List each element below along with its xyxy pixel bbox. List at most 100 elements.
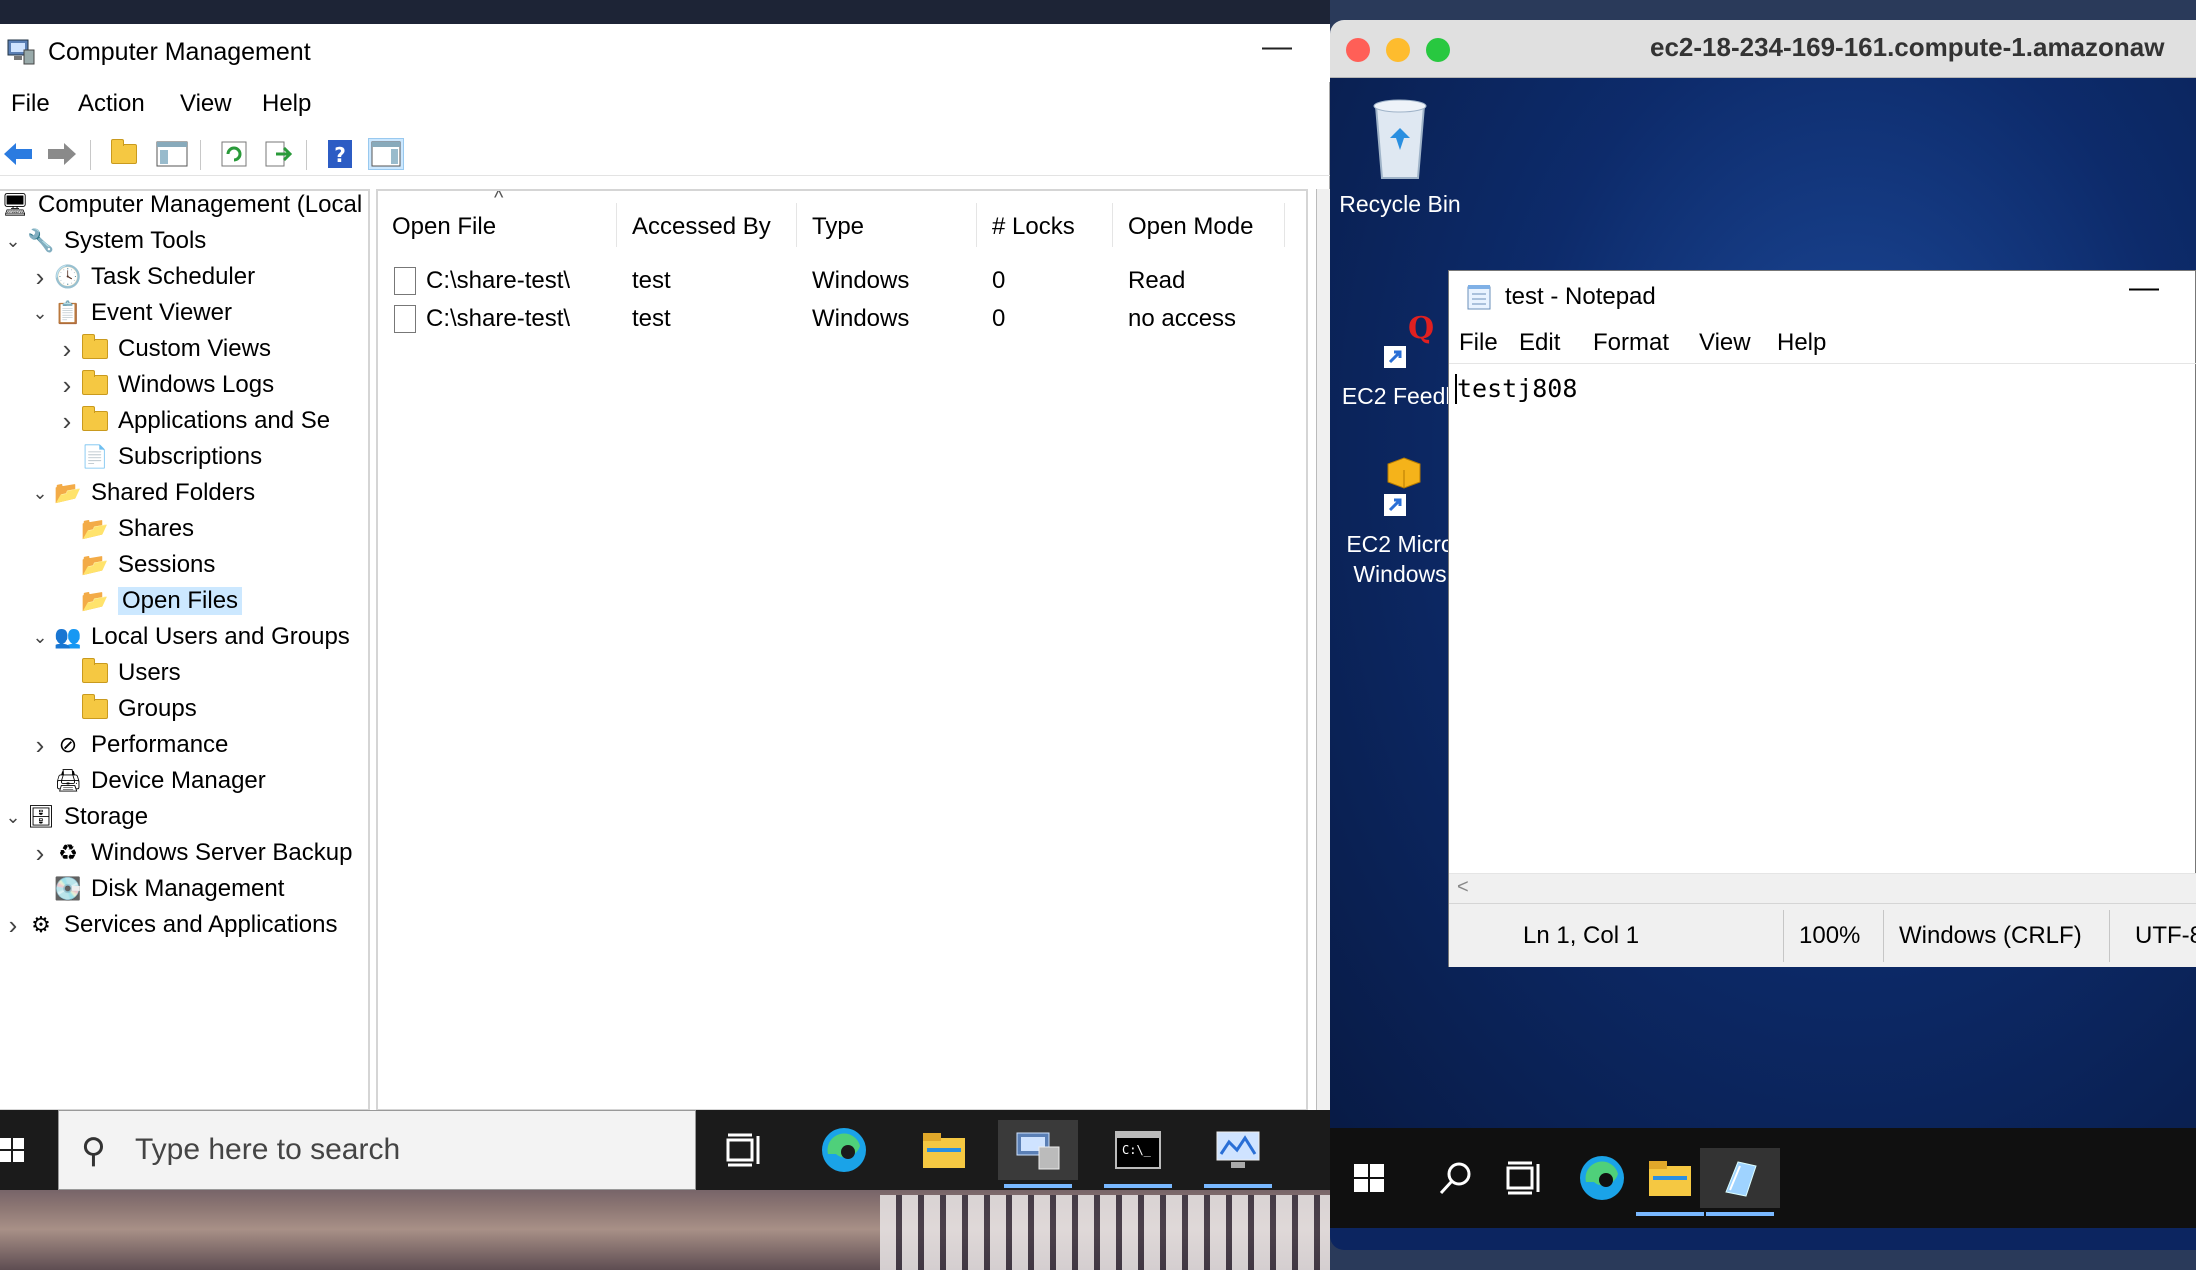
row1-open-file[interactable]: C:\share-test\ [426,267,570,295]
remote-window-title: ec2-18-234-169-161.compute-1.amazonaw [1650,32,2165,62]
menu-help[interactable]: Help [262,90,311,118]
scroll-left-icon[interactable]: < [1457,876,1469,899]
row1-open-mode: Read [1128,267,1186,294]
command-prompt-icon[interactable]: C:\_ [1098,1120,1178,1188]
minimize-button[interactable] [1386,38,1410,62]
chevron-right-icon[interactable]: › [0,910,26,941]
start-button[interactable] [0,1110,56,1190]
chevron-right-icon[interactable]: › [27,262,53,293]
tree-item-performance[interactable]: › ⊘ Performance [27,727,229,763]
tree-item-computer-management-local[interactable]: 🖥 Computer Management (Local [0,191,362,223]
title-bar[interactable]: Computer Management — [0,24,1330,82]
help-icon[interactable]: ? [322,138,358,170]
notepad-minimize-button[interactable]: — [2129,271,2159,305]
forward-icon[interactable] [44,138,80,170]
tree-item-label: Shared Folders [91,479,256,506]
recycle-bin-shortcut[interactable]: Recycle Bin [1330,92,1470,219]
tree-item-services-and-applications[interactable]: › ⚙ Services and Applications [0,907,338,943]
tree-item-shares[interactable]: 📂 Shares [54,511,194,547]
tree-item-open-files[interactable]: 📂 Open Files [54,583,243,619]
file-explorer-icon[interactable] [904,1120,984,1180]
edge-icon[interactable] [804,1120,884,1180]
shared-folder-icon: 📂 [81,552,109,577]
remote-desktop-icon[interactable] [1198,1120,1278,1188]
back-icon[interactable] [0,138,36,170]
notepad-menu-view[interactable]: View [1699,329,1751,357]
column-locks[interactable]: # Locks [992,213,1075,241]
tree-item-label: Subscriptions [118,443,263,470]
tree-item-storage[interactable]: ⌄ 🗄 Storage [0,799,148,835]
svg-text:Q: Q [1408,311,1434,346]
column-accessed-by[interactable]: Accessed By [632,213,771,241]
tree-item-task-scheduler[interactable]: › 🕓 Task Scheduler [27,259,255,295]
remote-title-bar[interactable]: ec2-18-234-169-161.compute-1.amazonaw [1330,20,2196,78]
sort-indicator-icon: ^ [494,189,504,209]
tree-item-applications-and-se[interactable]: › Applications and Se [54,403,331,439]
chevron-down-icon[interactable]: ⌄ [0,807,26,828]
column-open-mode[interactable]: Open Mode [1128,213,1253,241]
column-type[interactable]: Type [812,213,864,241]
tree-item-disk-management[interactable]: 💽 Disk Management [27,871,284,907]
folder-icon [80,370,110,399]
notepad-menu-edit[interactable]: Edit [1519,329,1560,357]
chevron-right-icon[interactable]: › [54,406,80,437]
recycle-bin-label: Recycle Bin [1339,191,1461,217]
column-open-file[interactable]: Open File [392,213,496,241]
action-pane-edge[interactable] [1316,189,1330,1111]
zoom-button[interactable] [1426,38,1450,62]
remote-task-view-button[interactable] [1484,1148,1564,1208]
computer-management-taskbar-icon[interactable] [998,1120,1078,1188]
refresh-icon[interactable] [216,138,252,170]
tree-item-windows-logs[interactable]: › Windows Logs [54,367,274,403]
chevron-right-icon[interactable]: › [27,730,53,761]
tree-item-sessions[interactable]: 📂 Sessions [54,547,215,583]
task-view-button[interactable] [704,1120,784,1180]
export-list-icon[interactable] [260,138,296,170]
tree-item-custom-views[interactable]: › Custom Views [54,331,271,367]
tree-item-users[interactable]: Users [54,655,181,691]
chevron-down-icon[interactable]: ⌄ [27,303,53,324]
notepad-menu-help[interactable]: Help [1777,329,1826,357]
show-hide-tree-icon[interactable] [154,138,190,170]
tree-item-event-viewer[interactable]: ⌄ 📋 Event Viewer [27,295,232,331]
tree-item-device-manager[interactable]: 🖨 Device Manager [27,763,266,799]
menu-file[interactable]: File [11,90,50,118]
search-input[interactable]: ⚲ Type here to search [58,1110,696,1190]
show-action-pane-icon[interactable] [368,138,404,170]
folder-icon [80,694,110,723]
tree-item-local-users-and-groups[interactable]: ⌄ 👥 Local Users and Groups [27,619,350,655]
chevron-right-icon[interactable]: › [54,370,80,401]
menu-action[interactable]: Action [78,90,145,118]
tree-item-system-tools[interactable]: ⌄ 🔧 System Tools [0,223,206,259]
tree-item-groups[interactable]: Groups [54,691,197,727]
recycle-bin-icon [1373,99,1427,179]
notepad-menu-file[interactable]: File [1459,329,1498,357]
notepad-title-bar[interactable]: test - Notepad — [1449,271,2196,321]
notepad-text-area[interactable]: testj808 [1449,363,2196,873]
minimize-button[interactable]: — [1262,30,1292,64]
tree-item-subscriptions[interactable]: 📄 Subscriptions [54,439,262,475]
remote-start-button[interactable] [1330,1148,1410,1208]
chevron-right-icon[interactable]: › [54,334,80,365]
tree-item-shared-folders[interactable]: ⌄ 📂 Shared Folders [27,475,255,511]
tree-item-label: Local Users and Groups [91,623,350,650]
row1-accessed-by: test [632,267,671,294]
row2-open-file[interactable]: C:\share-test\ [426,305,570,333]
notepad-menu-format[interactable]: Format [1593,329,1669,357]
status-line-ending: Windows (CRLF) [1899,922,2082,949]
tree-item-label: Disk Management [91,875,285,902]
chevron-down-icon[interactable]: ⌄ [0,231,26,252]
remote-notepad-taskbar-icon[interactable] [1700,1148,1780,1216]
chevron-down-icon[interactable]: ⌄ [27,483,53,504]
chevron-down-icon[interactable]: ⌄ [27,627,53,648]
up-folder-icon[interactable] [106,138,142,170]
row1-type: Windows [812,267,910,294]
chevron-right-icon[interactable]: › [27,838,53,869]
tree-item-windows-server-backup[interactable]: › ♻ Windows Server Backup [27,835,353,871]
menu-view[interactable]: View [180,90,232,118]
notepad-horizontal-scrollbar[interactable]: < [1449,873,2196,903]
remote-file-explorer-icon[interactable] [1630,1148,1710,1216]
close-button[interactable] [1346,38,1370,62]
notepad-title: test - Notepad [1505,283,1656,310]
row2-accessed-by: test [632,305,671,332]
